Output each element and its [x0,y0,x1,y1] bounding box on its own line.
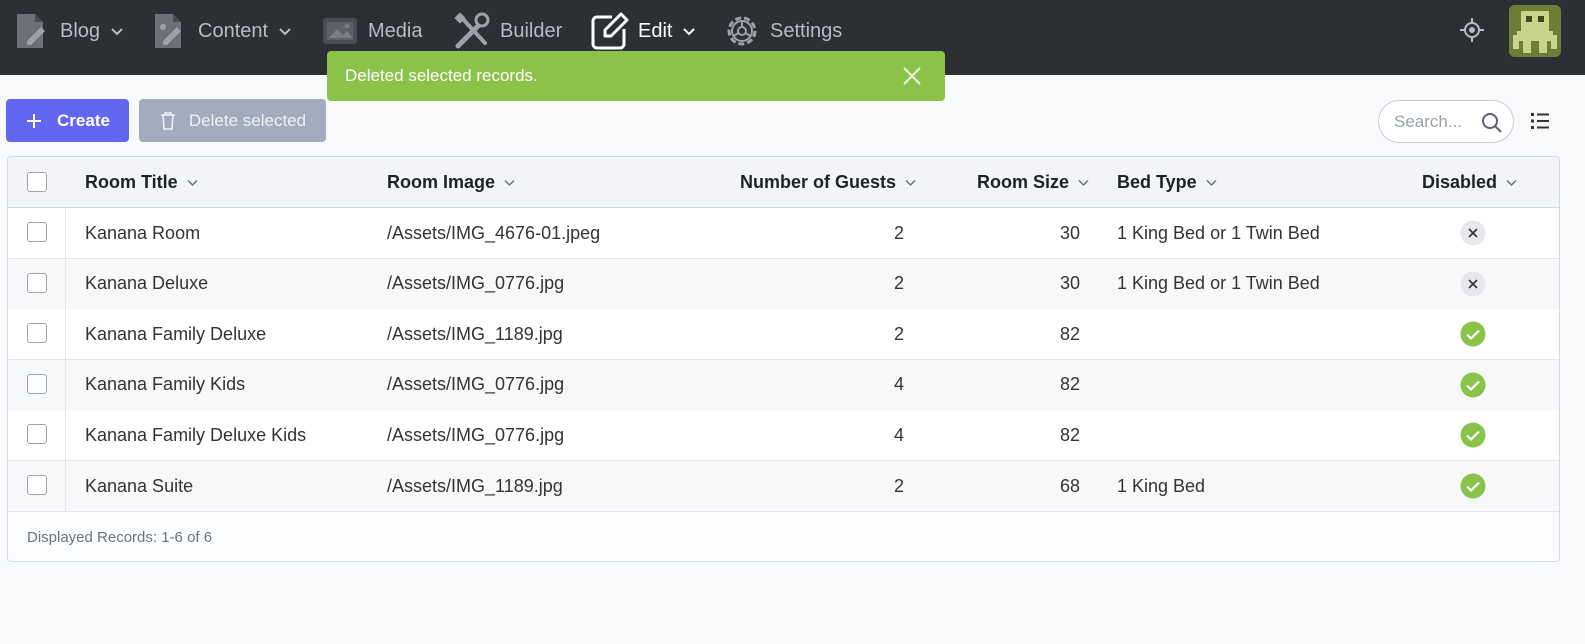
column-header-room-size[interactable]: Room Size [977,157,1090,208]
blog-edit-icon [12,11,52,51]
cell-number-of-guests: 2 [893,323,904,344]
column-header-number-of-guests[interactable]: Number of Guests [740,157,917,208]
x-circle-icon [1460,220,1486,246]
tools-icon [452,11,492,51]
row-checkbox[interactable] [27,272,47,293]
check-circle-icon [1460,372,1486,398]
nav-item-content[interactable]: Content [150,0,292,62]
cell-room-size: 82 [1059,424,1080,445]
column-header-room-image[interactable]: Room Image [387,157,516,208]
table-row[interactable]: Kanana Suite/Assets/IMG_1189.jpg 2 68 1 Kin… [8,461,1559,512]
nav-label-blog: Blog [60,19,101,42]
search-box [1378,100,1514,143]
chevron-down-icon [187,179,198,187]
avatar[interactable] [1509,5,1561,57]
cell-room-size: 68 [1059,475,1080,496]
row-checkbox[interactable] [27,222,47,242]
chevron-down-icon [683,28,696,36]
cell-room-image: /Assets/IMG_4676-01.jpeg [387,222,601,243]
table-row[interactable]: Kanana Family Kids/Assets/IMG_0776.jpg 4 8… [8,359,1559,411]
rooms-table: Room Title Room Image Number of Guests R… [7,156,1560,562]
cell-room-size: 30 [1059,222,1080,243]
column-header-disabled[interactable]: Disabled [1422,157,1518,208]
table-row[interactable]: Kanana Family Deluxe/Assets/IMG_1189.jpg… [8,309,1559,361]
nav-label-media: Media [368,19,423,42]
cell-room-title: Kanana Room [85,222,201,243]
plus-icon [27,113,42,128]
content-edit-icon [150,11,190,51]
chevron-down-icon [1078,179,1089,187]
search-icon[interactable] [1481,112,1503,134]
check-circle-icon [1460,321,1486,347]
cell-number-of-guests: 2 [893,475,904,496]
x-circle-icon [1460,271,1486,297]
search-input[interactable] [1394,111,1478,133]
nav-label-edit: Edit [638,19,673,42]
pencil-square-icon [590,11,630,51]
toast-message: Deleted selected records. [345,66,538,85]
gear-icon [722,11,762,51]
close-icon[interactable] [901,65,923,87]
row-checkbox[interactable] [27,424,47,445]
table-row[interactable]: Kanana Deluxe/Assets/IMG_0776.jpg 2 30 1 Ki… [8,258,1559,310]
nav-label-settings: Settings [770,19,843,42]
chevron-down-icon [279,28,291,36]
nav-item-blog[interactable]: Blog [12,0,124,62]
check-circle-icon [1460,422,1486,448]
nav-label-content: Content [198,19,269,42]
cell-bed-type: 1 King Bed or 1 Twin Bed [1117,273,1320,294]
cell-bed-type: 1 King Bed or 1 Twin Bed [1117,222,1320,243]
cell-room-title: Kanana Family Deluxe Kids [85,424,307,445]
row-checkbox[interactable] [27,373,47,394]
displayed-records-count: Displayed Records: 1-6 of 6 [27,528,213,546]
cell-room-image: /Assets/IMG_1189.jpg [387,475,563,496]
chevron-down-icon [1206,179,1217,187]
cell-number-of-guests: 2 [893,222,904,243]
select-all-checkbox[interactable] [27,172,47,192]
cell-room-image: /Assets/IMG_0776.jpg [387,424,565,445]
crosshair-icon[interactable] [1457,15,1487,45]
cell-number-of-guests: 4 [893,374,904,395]
table-row[interactable]: Kanana Family Deluxe Kids/Assets/IMG_077… [8,410,1559,462]
cell-room-title: Kanana Deluxe [85,273,209,294]
media-icon [320,11,360,51]
table-row[interactable]: Kanana Room/Assets/IMG_4676-01.jpeg 2 30 1 … [8,208,1559,259]
cell-room-title: Kanana Suite [85,475,194,496]
delete-selected-button[interactable]: Delete selected [139,99,326,142]
cell-bed-type: 1 King Bed [1117,475,1206,496]
list-view-icon[interactable] [1530,111,1550,131]
cell-room-size: 82 [1059,374,1080,395]
cell-room-title: Kanana Family Kids [85,374,246,395]
row-checkbox[interactable] [27,475,47,495]
chevron-down-icon [111,28,123,36]
nav-label-builder: Builder [500,19,563,42]
cell-number-of-guests: 4 [893,424,904,445]
cell-room-image: /Assets/IMG_0776.jpg [387,273,565,294]
cell-room-image: /Assets/IMG_1189.jpg [387,323,563,344]
chevron-down-icon [504,179,515,187]
cell-number-of-guests: 2 [893,273,904,294]
create-button[interactable]: Create [6,99,129,142]
delete-button-label: Delete selected [188,110,307,130]
cell-room-size: 30 [1059,273,1080,294]
success-toast: Deleted selected records. [327,51,945,101]
chevron-down-icon [905,179,916,187]
column-header-bed-type[interactable]: Bed Type [1117,157,1218,208]
cell-room-image: /Assets/IMG_0776.jpg [387,374,565,395]
cell-room-title: Kanana Family Deluxe [85,323,267,344]
create-button-label: Create [57,110,110,130]
table-header: Room Title Room Image Number of Guests R… [8,157,1559,208]
trash-icon [160,111,175,130]
column-header-room-title[interactable]: Room Title [85,157,199,208]
cell-room-size: 82 [1059,323,1080,344]
check-circle-icon [1460,473,1486,499]
table-footer: Displayed Records: 1-6 of 6 [8,512,1559,561]
chevron-down-icon [1506,179,1517,187]
row-checkbox[interactable] [27,323,47,344]
